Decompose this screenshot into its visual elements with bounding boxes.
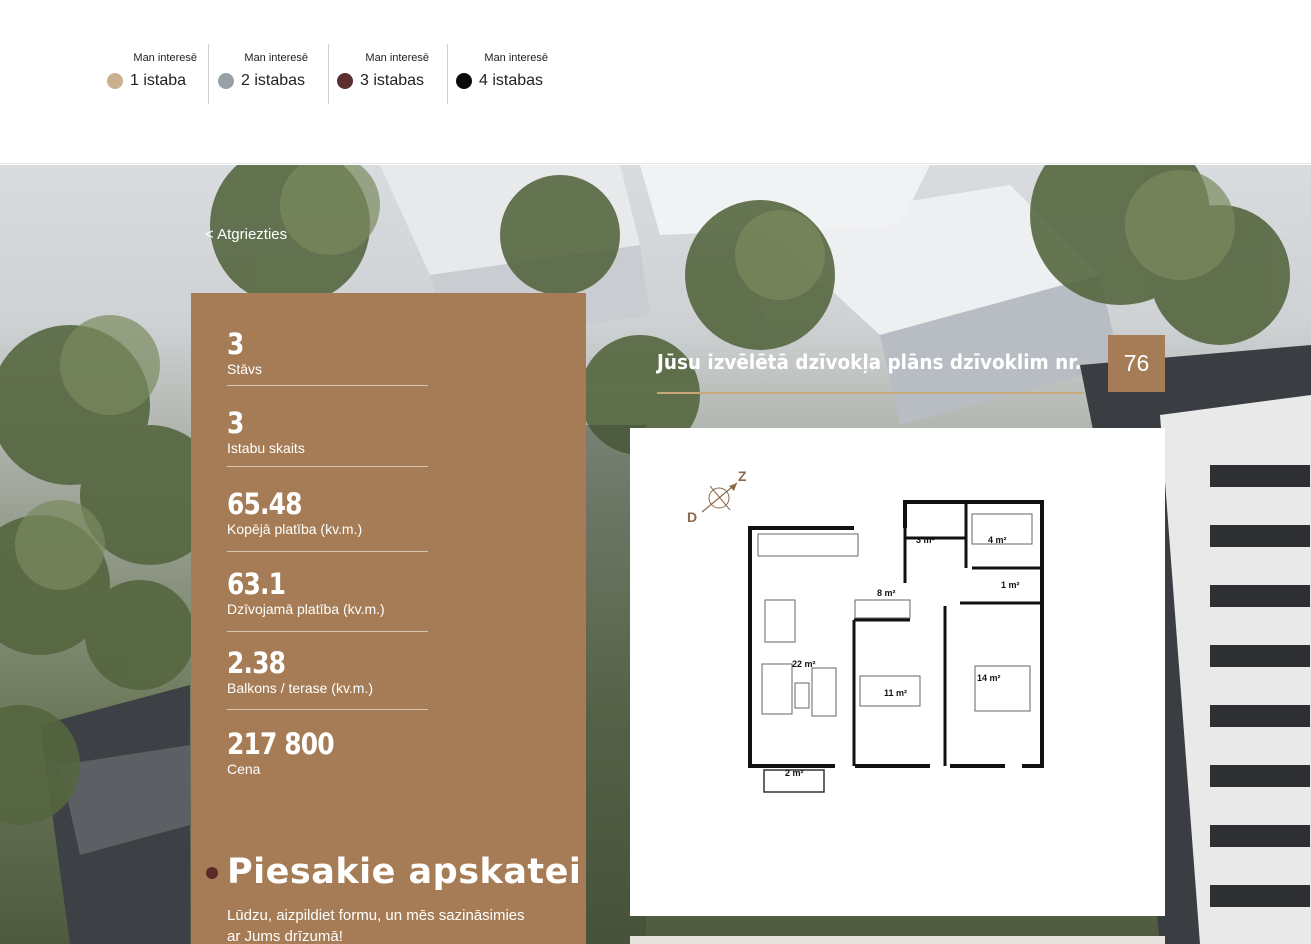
filter-label: 4 istabas [479,72,544,89]
stat-label: Kopējā platība (kv.m.) [227,521,363,537]
stat-floor: 3 Stāvs [227,327,428,386]
plan-title: Jūsu izvēlētā dzīvokļa plāns dzīvoklim n… [657,350,1082,374]
apply-viewing-text: Lūdzu, aizpildiet formu, un mēs sazināsi… [227,907,525,944]
filter-label: 2 istabas [241,72,306,89]
stat-value: 3 [227,327,244,361]
filter-3-rooms[interactable]: Man interesē 3 istabas [337,44,429,104]
stat-label: Istabu skaits [227,440,305,456]
floor-plan: Z D 3 m² 4 m² 1 m² 8 m² 22 m² 11 m² 14 m… [687,468,1044,793]
card-below [630,936,1165,944]
divider [447,44,448,104]
divider [227,631,428,632]
divider [227,551,428,552]
color-dot [337,73,353,89]
filter-caption: Man interesē [133,52,197,64]
room-area-storage: 1 m² [1001,580,1020,590]
stat-value: 3 [227,406,244,440]
divider [227,466,428,467]
apply-viewing-title: Piesakie apskatei [227,852,582,892]
apartment-number-badge: 76 [1108,335,1165,392]
stat-total-area: 65.48 Kopējā platība (kv.m.) [227,487,428,552]
room-area-bath: 3 m² [916,535,935,545]
room-area-living: 22 m² [792,659,816,669]
color-dot [107,73,123,89]
stat-value: 2.38 [227,646,286,680]
stat-label: Dzīvojamā platība (kv.m.) [227,601,385,617]
divider [227,709,428,710]
stat-price: 217 800 Cena [227,729,428,778]
stat-label: Cena [227,761,261,777]
stat-balcony: 2.38 Balkons / terase (kv.m.) [227,646,428,710]
filter-caption: Man interesē [244,52,308,64]
filter-4-rooms[interactable]: Man interesē 4 istabas [456,44,548,104]
filter-2-rooms[interactable]: Man interesē 2 istabas [218,44,308,104]
room-area-wc: 4 m² [988,535,1007,545]
stat-value: 63.1 [227,567,286,601]
back-link[interactable]: < Atgriezties [205,226,287,243]
color-dot [456,73,472,89]
filter-1-room[interactable]: Man interesē 1 istaba [107,44,197,104]
stat-living-area: 63.1 Dzīvojamā platība (kv.m.) [227,567,428,632]
stat-value: 217 800 [227,727,335,761]
divider [208,44,209,104]
compass-icon: Z D [687,468,747,525]
room-area-balcony: 2 m² [785,768,804,778]
page: Man interesē 1 istaba Man interesē 2 ist… [0,0,1311,944]
filter-caption: Man interesē [484,52,548,64]
room-area-bedroom-2: 14 m² [977,673,1001,683]
apartment-info-panel: 3 Stāvs 3 Istabu skaits 65.48 Kopējā pla… [191,293,586,944]
filter-label: 3 istabas [360,72,425,89]
divider [227,385,428,386]
bullet-dot [206,867,218,879]
stat-value: 65.48 [227,487,302,521]
stat-rooms: 3 Istabu skaits [227,406,428,467]
compass-south: D [687,509,697,525]
filter-caption: Man interesē [365,52,429,64]
floor-plan-card: Z D 3 m² 4 m² 1 m² 8 m² 22 m² 11 m² 14 m… [630,428,1165,916]
filter-label: 1 istaba [130,72,187,89]
compass-north: Z [738,468,747,484]
room-area-hall: 8 m² [877,588,896,598]
color-dot [218,73,234,89]
stat-label: Balkons / terase (kv.m.) [227,680,374,696]
stat-label: Stāvs [227,361,263,377]
title-underline [657,392,1084,394]
room-filter-bar: Man interesē 1 istaba Man interesē 2 ist… [0,0,1311,164]
divider [328,44,329,104]
room-area-bedroom-1: 11 m² [884,688,907,698]
